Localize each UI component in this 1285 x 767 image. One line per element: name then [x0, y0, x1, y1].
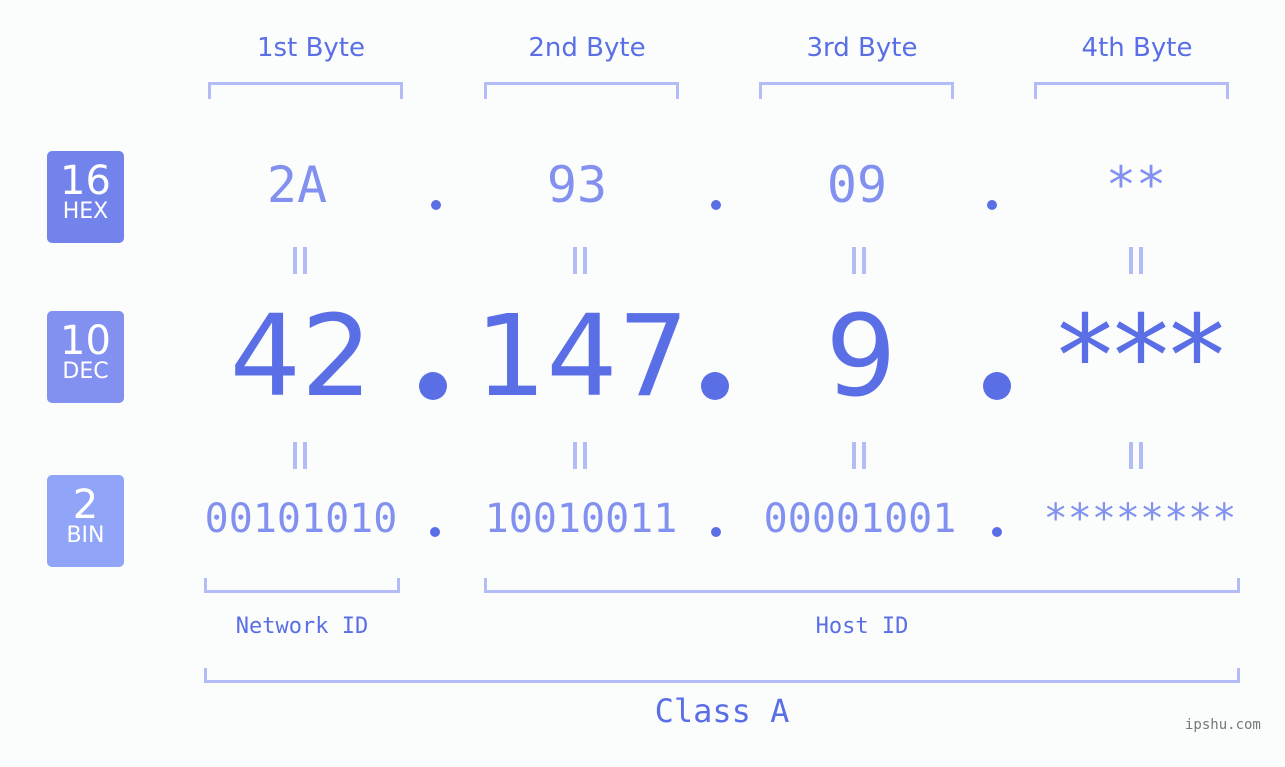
hex-base: 16	[60, 158, 111, 204]
equals-icon	[571, 442, 589, 469]
dec-dot-2	[701, 372, 729, 400]
hex-value-2: 93	[546, 156, 608, 214]
byte-bracket-4	[1034, 82, 1229, 99]
dec-dot-1	[419, 372, 447, 400]
equals-icon	[850, 247, 868, 274]
byte-header-2: 2nd Byte	[528, 33, 646, 63]
network-id-label: Network ID	[235, 614, 369, 639]
bin-value-3: 00001001	[763, 496, 957, 542]
equals-icon	[850, 442, 868, 469]
dec-value-4: ***	[1057, 292, 1225, 422]
bin-base: 2	[72, 482, 99, 528]
hex-value-3: 09	[826, 156, 888, 214]
bin-value-2: 10010011	[484, 496, 678, 542]
dec-label: DEC	[62, 359, 109, 384]
bin-value-4: ********	[1043, 496, 1237, 542]
byte-bracket-3	[759, 82, 954, 99]
hex-value-1: 2A	[266, 156, 328, 214]
hex-dot-3	[987, 200, 997, 210]
class-label: Class A	[654, 692, 790, 730]
dec-value-3: 9	[825, 292, 897, 422]
watermark: ipshu.com	[1185, 717, 1261, 733]
equals-icon	[291, 442, 309, 469]
host-id-bracket	[484, 578, 1240, 593]
hex-label: HEX	[62, 199, 109, 224]
equals-icon	[571, 247, 589, 274]
hex-dot-2	[711, 200, 721, 210]
bin-label: BIN	[66, 523, 105, 548]
bin-badge: 2 BIN	[47, 475, 124, 567]
host-id-label: Host ID	[815, 614, 909, 639]
equals-icon	[291, 247, 309, 274]
hex-badge: 16 HEX	[47, 151, 124, 243]
hex-dot-1	[431, 200, 441, 210]
bin-value-1: 00101010	[204, 496, 398, 542]
byte-header-3: 3rd Byte	[806, 33, 918, 63]
dec-value-1: 42	[229, 292, 373, 422]
class-bracket	[204, 668, 1240, 683]
equals-icon	[1127, 442, 1145, 469]
bin-dot-3	[992, 527, 1002, 537]
byte-bracket-1	[208, 82, 403, 99]
dec-dot-3	[983, 372, 1011, 400]
bin-dot-1	[430, 527, 440, 537]
hex-value-4: **	[1105, 156, 1167, 214]
dec-value-2: 147	[475, 292, 689, 422]
byte-header-1: 1st Byte	[257, 33, 365, 63]
dec-badge: 10 DEC	[47, 311, 124, 403]
equals-icon	[1127, 247, 1145, 274]
bin-dot-2	[711, 527, 721, 537]
byte-bracket-2	[484, 82, 679, 99]
byte-header-4: 4th Byte	[1081, 33, 1193, 63]
dec-base: 10	[60, 318, 111, 364]
network-id-bracket	[204, 578, 400, 593]
